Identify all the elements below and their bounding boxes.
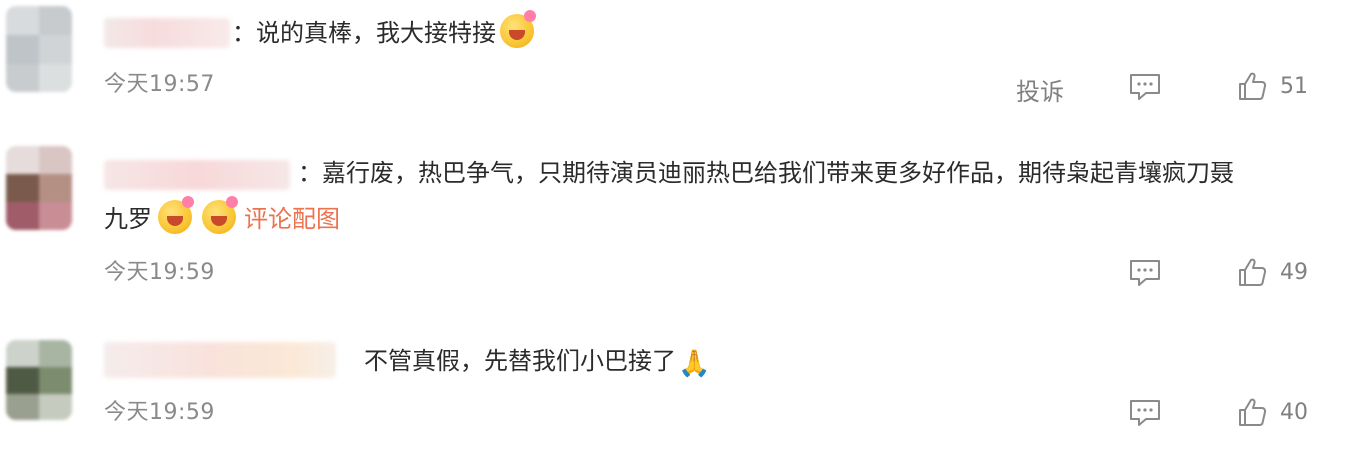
comment-text-content: ：说的真棒，我大接特接 <box>232 19 496 47</box>
report-button[interactable]: 投诉 <box>1016 72 1064 107</box>
comment-time: 今天19:59 <box>104 260 215 285</box>
smile-emoji-icon <box>500 10 536 48</box>
comment-time: 今天19:57 <box>104 72 215 97</box>
avatar[interactable] <box>6 146 72 230</box>
reply-icon[interactable] <box>1128 398 1162 428</box>
username[interactable] <box>104 18 230 48</box>
like-icon[interactable] <box>1236 396 1268 428</box>
comment-text: ：说的真棒，我大接特接 <box>232 10 536 54</box>
like-icon[interactable] <box>1236 256 1268 288</box>
comment-text-continued: 九罗 评论配图 <box>104 196 340 240</box>
reply-icon[interactable] <box>1128 258 1162 288</box>
avatar[interactable] <box>6 340 72 420</box>
comment-time: 今天19:59 <box>104 400 215 425</box>
comment-text-line1: ：嘉行废，热巴争气，只期待演员迪丽热巴给我们带来更多好作品，期待枭起青壤疯刀聂 <box>298 159 1234 187</box>
flower-emoji-icon <box>202 196 238 234</box>
avatar[interactable] <box>6 6 72 92</box>
flower-emoji-icon <box>158 196 194 234</box>
comment-text-line2: 九罗 <box>104 205 152 233</box>
username[interactable] <box>104 160 290 190</box>
pray-emoji-icon: 🙏 <box>678 349 711 379</box>
comment-text: ：嘉行废，热巴争气，只期待演员迪丽热巴给我们带来更多好作品，期待枭起青壤疯刀聂 <box>298 152 1234 194</box>
like-count: 51 <box>1280 74 1308 99</box>
like-icon[interactable] <box>1236 70 1268 102</box>
comment-text: 不管真假，先替我们小巴接了🙏 <box>364 340 710 385</box>
username[interactable] <box>104 342 336 378</box>
like-count: 40 <box>1280 400 1308 425</box>
comment-image-link[interactable]: 评论配图 <box>244 205 340 233</box>
like-count: 49 <box>1280 260 1308 285</box>
reply-icon[interactable] <box>1128 72 1162 102</box>
comment-text-content: 不管真假，先替我们小巴接了 <box>364 347 676 375</box>
